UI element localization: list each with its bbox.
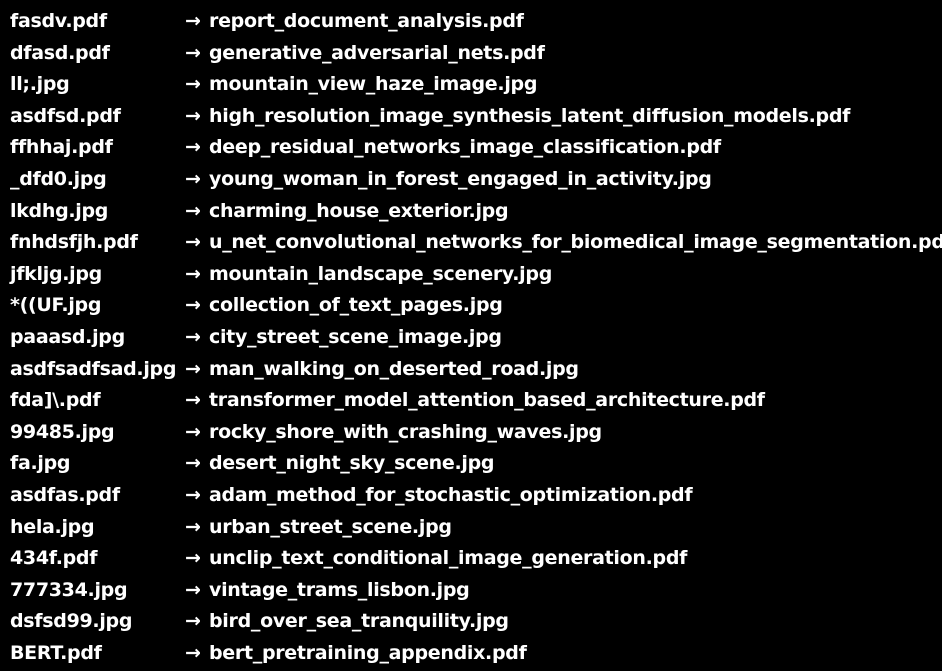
new-filename: generative_adversarial_nets.pdf [209,41,545,64]
rename-row: 99485.jpg → rocky_shore_with_crashing_wave… [10,417,940,449]
rename-row: fa.jpg → desert_night_sky_scene.jpg [10,448,940,480]
old-filename: lkdhg.jpg [10,199,109,222]
old-filename: ll;.jpg [10,73,70,96]
rename-row: ffhhaj.pdf → deep_residual_networks_image_… [10,132,940,164]
new-filename: urban_street_scene.jpg [209,515,452,538]
old-filename: jfkljg.jpg [10,262,102,285]
rename-row: fasdv.pdf → report_document_analysis.pdf [10,6,940,38]
arrow-icon: → [185,641,201,664]
rename-list: fasdv.pdf → report_document_analysis.pdf d… [10,6,942,670]
rename-row: fda]\.pdf → transformer_model_attention_ba… [10,385,940,417]
new-filename: high_resolution_image_synthesis_latent_d… [209,104,851,127]
arrow-icon: → [185,136,201,159]
old-filename: fa.jpg [10,452,71,475]
new-filename: charming_house_exterior.jpg [209,199,509,222]
new-filename: report_document_analysis.pdf [209,10,524,32]
old-filename: BERT.pdf [10,641,102,664]
rename-row: hela.jpg → urban_street_scene.jpg [10,512,940,544]
old-filename: hela.jpg [10,515,95,538]
old-filename: *((UF.jpg [10,294,102,317]
arrow-icon: → [185,578,201,601]
old-filename: fda]\.pdf [10,389,101,412]
new-filename: u_net_convolutional_networks_for_biomedi… [209,231,942,254]
rename-row: jfkljg.jpg → mountain_landscape_scenery.jp… [10,259,940,291]
rename-row: asdfas.pdf → adam_method_for_stochastic_op… [10,480,940,512]
arrow-icon: → [185,104,201,127]
old-filename: 99485.jpg [10,420,115,443]
old-filename: asdfsadfsad.jpg [10,357,177,380]
new-filename: adam_method_for_stochastic_optimization.… [209,483,693,506]
arrow-icon: → [185,389,201,412]
new-filename: rocky_shore_with_crashing_waves.jpg [209,420,602,443]
arrow-icon: → [185,610,201,633]
new-filename: bert_pretraining_appendix.pdf [209,641,527,664]
new-filename: city_street_scene_image.jpg [209,325,502,348]
arrow-icon: → [185,294,201,317]
new-filename: transformer_model_attention_based_archit… [209,389,765,412]
rename-row: dfasd.pdf → generative_adversarial_nets.pd… [10,38,940,70]
old-filename: fasdv.pdf [10,10,107,32]
rename-row: *((UF.jpg → collection_of_text_pages.jpg [10,290,940,322]
arrow-icon: → [185,167,201,190]
arrow-icon: → [185,452,201,475]
old-filename: 777334.jpg [10,578,128,601]
new-filename: mountain_landscape_scenery.jpg [209,262,553,285]
arrow-icon: → [185,41,201,64]
arrow-icon: → [185,10,201,32]
old-filename: paaasd.jpg [10,325,125,348]
new-filename: man_walking_on_deserted_road.jpg [209,357,579,380]
rename-row: paaasd.jpg → city_street_scene_image.jpg [10,322,940,354]
arrow-icon: → [185,325,201,348]
rename-row: _dfd0.jpg → young_woman_in_forest_engaged_… [10,164,940,196]
arrow-icon: → [185,420,201,443]
old-filename: dfasd.pdf [10,41,110,64]
rename-row: 434f.pdf → unclip_text_conditional_image_g… [10,543,940,575]
new-filename: collection_of_text_pages.jpg [209,294,503,317]
rename-row: BERT.pdf → bert_pretraining_appendix.pdf [10,638,940,670]
arrow-icon: → [185,547,201,570]
arrow-icon: → [185,199,201,222]
old-filename: asdfsd.pdf [10,104,121,127]
rename-row: asdfsd.pdf → high_resolution_image_synthes… [10,101,940,133]
old-filename: asdfas.pdf [10,483,120,506]
new-filename: bird_over_sea_tranquility.jpg [209,610,509,633]
new-filename: deep_residual_networks_image_classificat… [209,136,721,159]
arrow-icon: → [185,73,201,96]
arrow-icon: → [185,357,201,380]
rename-row: lkdhg.jpg → charming_house_exterior.jpg [10,196,940,228]
new-filename: mountain_view_haze_image.jpg [209,73,538,96]
old-filename: dsfsd99.jpg [10,610,133,633]
old-filename: 434f.pdf [10,547,98,570]
old-filename: ffhhaj.pdf [10,136,113,159]
rename-row: asdfsadfsad.jpg → man_walking_on_deserted_… [10,354,940,386]
arrow-icon: → [185,262,201,285]
rename-row: ll;.jpg → mountain_view_haze_image.jpg [10,69,940,101]
rename-row: 777334.jpg → vintage_trams_lisbon.jpg [10,575,940,607]
rename-row: dsfsd99.jpg → bird_over_sea_tranquility.jp… [10,606,940,638]
new-filename: desert_night_sky_scene.jpg [209,452,495,475]
arrow-icon: → [185,483,201,506]
new-filename: vintage_trams_lisbon.jpg [209,578,470,601]
rename-row: fnhdsfjh.pdf → u_net_convolutional_network… [10,227,942,259]
old-filename: fnhdsfjh.pdf [10,231,138,254]
new-filename: unclip_text_conditional_image_generation… [209,547,688,570]
old-filename: _dfd0.jpg [10,167,107,190]
arrow-icon: → [185,515,201,538]
new-filename: young_woman_in_forest_engaged_in_activit… [209,167,712,190]
arrow-icon: → [185,231,201,254]
